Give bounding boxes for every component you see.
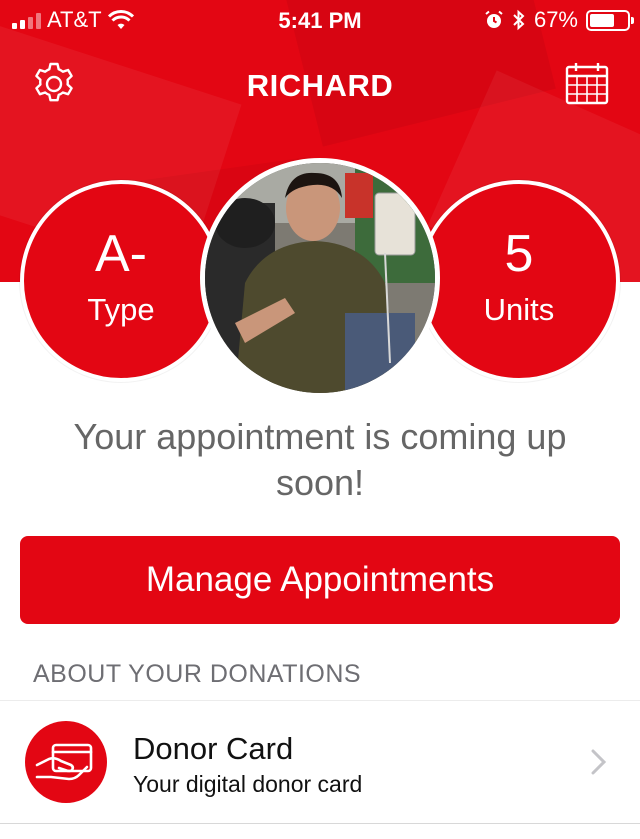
section-header: ABOUT YOUR DONATIONS [33, 660, 362, 688]
blood-type-badge: A- Type [20, 180, 222, 382]
donor-card-row[interactable]: Donor Card Your digital donor card [0, 700, 640, 824]
page-title: RICHARD [246, 68, 394, 103]
battery-percent: 67% [533, 7, 578, 32]
units-label: Units [483, 292, 555, 327]
status-bar: AT&T 5:41 PM 67% [0, 0, 640, 40]
battery-icon [586, 9, 634, 31]
units-value: 5 [504, 225, 534, 283]
calendar-icon [565, 63, 609, 105]
donor-card-icon [25, 721, 107, 803]
profile-photo[interactable] [200, 158, 440, 398]
avatar [205, 163, 435, 393]
donor-card-subtitle: Your digital donor card [133, 771, 363, 797]
donor-card-title: Donor Card [133, 731, 294, 766]
chevron-right-icon [591, 749, 607, 775]
alarm-icon [485, 10, 503, 28]
units-badge: 5 Units [418, 180, 620, 382]
appointment-message: Your appointment is coming up soon! [73, 416, 567, 503]
blood-type-label: Type [87, 292, 155, 327]
manage-appointments-button[interactable]: Manage Appointments [20, 536, 620, 624]
bluetooth-icon [513, 9, 525, 31]
calendar-button[interactable] [564, 60, 610, 106]
blood-type-value: A- [95, 225, 147, 283]
